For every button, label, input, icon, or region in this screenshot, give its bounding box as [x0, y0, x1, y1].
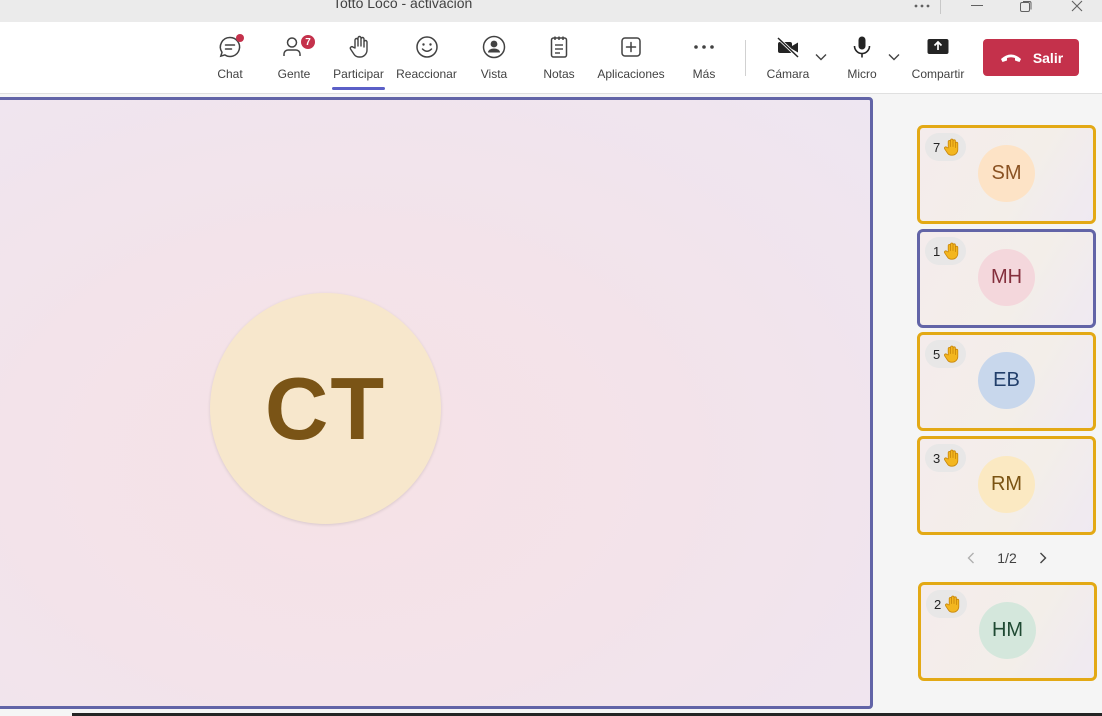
- notes-icon: [550, 36, 568, 58]
- hand-order-number: 7: [933, 139, 941, 155]
- window-title: Totto Loco - activación: [333, 0, 473, 11]
- leave-label: Salir: [1032, 49, 1064, 66]
- meeting-stage: CT 7 SM 1 MH 5 EB 3 RM 2 HM 1/2: [0, 94, 1102, 716]
- share-button[interactable]: Compartir: [909, 34, 967, 84]
- react-button[interactable]: Reaccionar: [395, 34, 458, 84]
- camera-options-chevron-icon[interactable]: [814, 52, 828, 62]
- raised-hand-chip: 1: [925, 237, 967, 265]
- react-label: Reaccionar: [396, 67, 457, 81]
- gallery-pager: 1/2: [965, 547, 1049, 569]
- main-participant-avatar: CT: [210, 293, 441, 524]
- notes-button[interactable]: Notas: [541, 34, 577, 84]
- raised-hand-icon: [943, 594, 963, 614]
- title-separator: [940, 0, 941, 14]
- microphone-icon: [853, 36, 871, 58]
- restore-icon[interactable]: [1006, 0, 1046, 16]
- participant-avatar: MH: [978, 249, 1035, 306]
- participant-tile[interactable]: 1 MH: [917, 229, 1096, 328]
- view-label: Vista: [480, 67, 508, 81]
- participant-avatar: EB: [978, 352, 1035, 409]
- chat-unread-dot: [236, 34, 244, 42]
- chevron-right-icon[interactable]: [1037, 551, 1049, 565]
- hand-order-number: 5: [933, 346, 941, 362]
- leave-button[interactable]: Salir: [983, 39, 1079, 76]
- apps-button[interactable]: Aplicaciones: [595, 34, 667, 84]
- raise-hand-icon: [349, 35, 368, 58]
- main-video-tile[interactable]: CT: [0, 97, 873, 709]
- participant-tile[interactable]: 5 EB: [917, 332, 1096, 431]
- participant-avatar: HM: [979, 602, 1036, 659]
- more-button[interactable]: Más: [690, 34, 718, 84]
- camera-button[interactable]: Cámara: [765, 34, 811, 84]
- raised-hand-chip: 2: [926, 590, 968, 618]
- mic-options-chevron-icon[interactable]: [887, 52, 901, 62]
- raised-hand-icon: [942, 448, 962, 468]
- meeting-toolbar: Chat Gente 7 Participar Reaccionar Vista…: [0, 22, 1102, 94]
- share-screen-icon: [927, 39, 949, 54]
- pager-label: 1/2: [997, 550, 1017, 566]
- raised-hand-icon: [942, 344, 962, 364]
- title-bar: Totto Loco - activación: [0, 0, 1102, 22]
- chat-label: Chat: [217, 67, 243, 81]
- share-label: Compartir: [911, 67, 965, 81]
- chevron-left-icon[interactable]: [965, 551, 977, 565]
- emoji-icon: [415, 36, 438, 58]
- mic-label: Micro: [847, 67, 877, 81]
- people-label: Gente: [277, 67, 311, 81]
- participant-avatar: RM: [978, 456, 1035, 513]
- view-person-icon: [482, 35, 506, 59]
- more-label: Más: [692, 67, 716, 81]
- raised-hand-icon: [942, 241, 962, 261]
- raised-hand-chip: 3: [925, 444, 967, 472]
- view-button[interactable]: Vista: [478, 34, 510, 84]
- people-count-badge: 7: [300, 34, 316, 50]
- hand-order-number: 2: [934, 596, 942, 612]
- hang-up-icon: [1000, 54, 1021, 62]
- participant-tile[interactable]: 2 HM: [918, 582, 1097, 681]
- toolbar-divider: [745, 40, 746, 76]
- raised-hand-icon: [942, 137, 962, 157]
- camera-off-icon: [776, 36, 800, 59]
- more-icon[interactable]: [902, 0, 942, 16]
- mic-button[interactable]: Micro: [845, 34, 879, 84]
- participate-label: Participar: [333, 67, 384, 81]
- apps-label: Aplicaciones: [597, 67, 665, 81]
- participant-tile[interactable]: 7 SM: [917, 125, 1096, 224]
- raised-hand-chip: 5: [925, 340, 967, 368]
- active-tab-indicator: [332, 87, 385, 90]
- participant-tile[interactable]: 3 RM: [917, 436, 1096, 535]
- minimize-icon[interactable]: [957, 0, 997, 16]
- more-actions-icon: [694, 45, 714, 49]
- close-icon[interactable]: [1057, 0, 1097, 16]
- camera-label: Cámara: [766, 67, 810, 81]
- raised-hand-chip: 7: [925, 133, 967, 161]
- notes-label: Notas: [543, 67, 575, 81]
- hand-order-number: 3: [933, 450, 941, 466]
- add-app-icon: [621, 37, 641, 57]
- participate-button[interactable]: Participar: [331, 34, 386, 84]
- hand-order-number: 1: [933, 243, 941, 259]
- participant-avatar: SM: [978, 145, 1035, 202]
